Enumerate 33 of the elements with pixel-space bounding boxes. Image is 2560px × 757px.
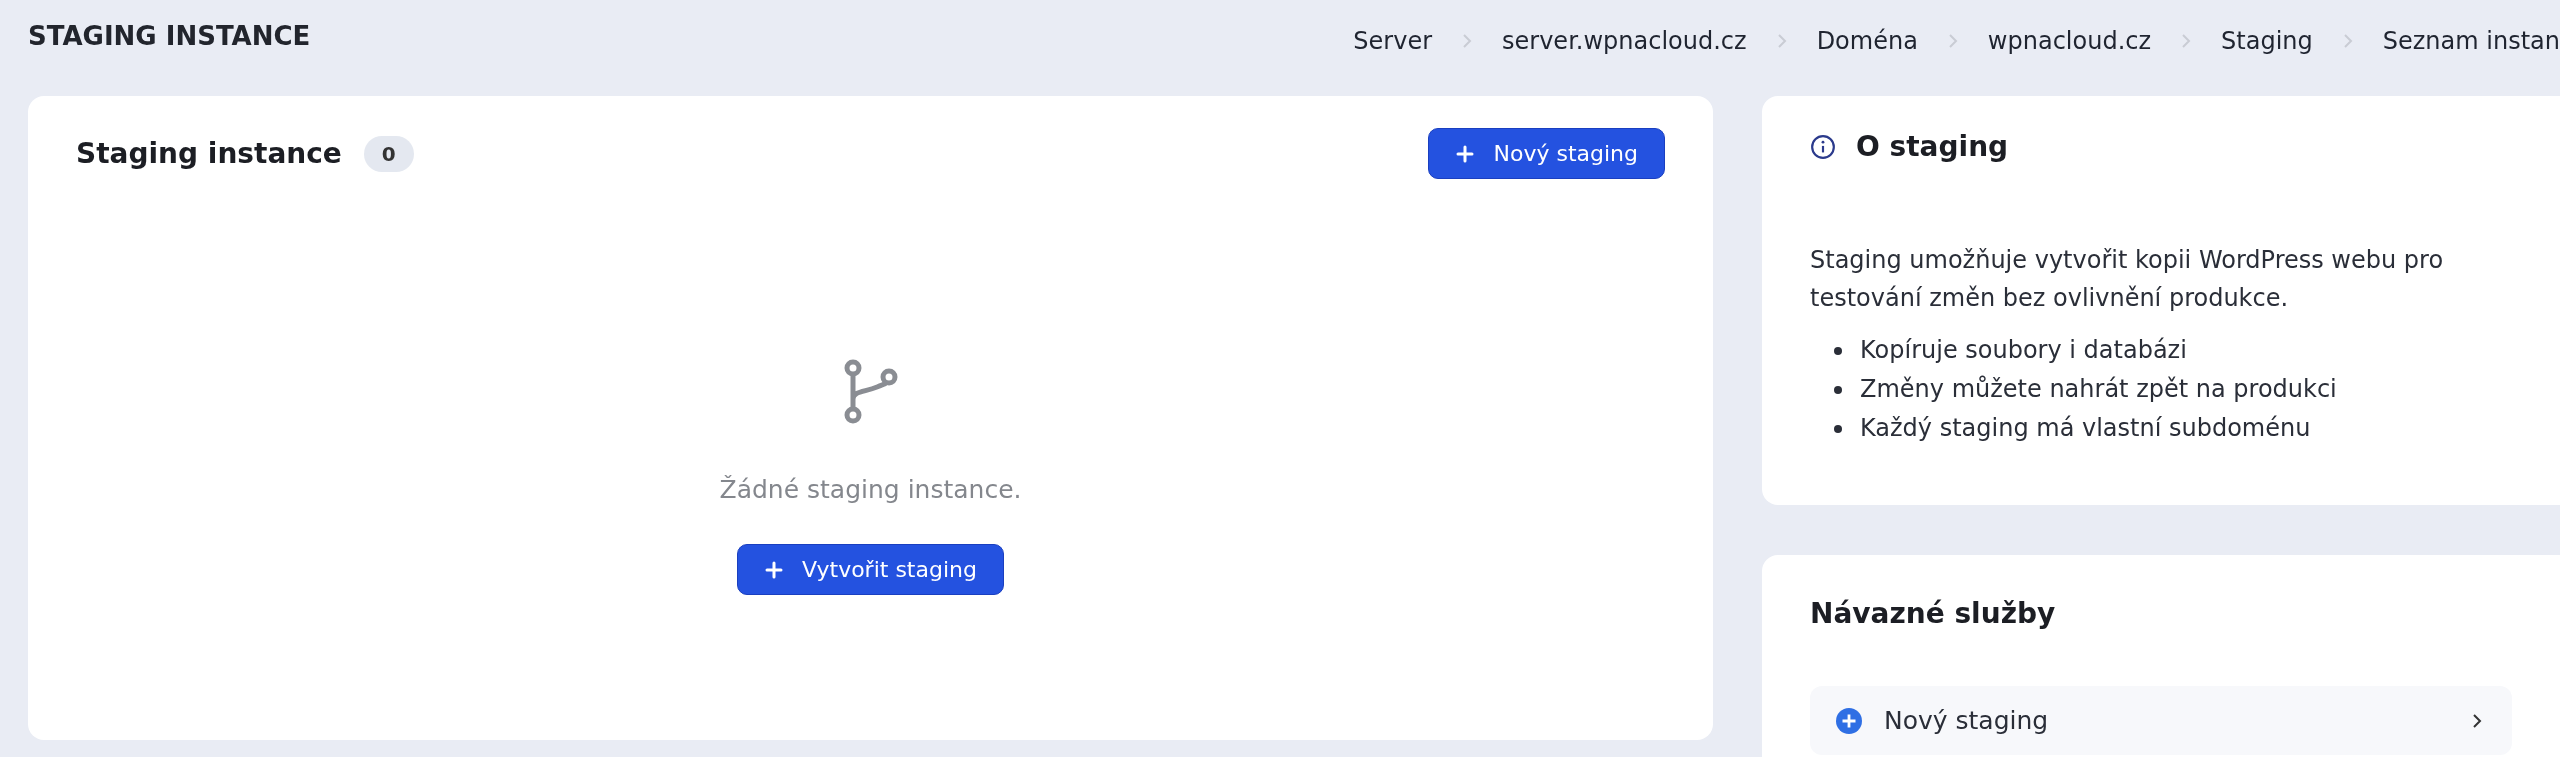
chevron-right-icon — [2472, 712, 2482, 729]
breadcrumb-link[interactable]: Seznam instan — [2382, 27, 2560, 55]
breadcrumb-link[interactable]: Server — [1353, 27, 1433, 55]
card-title: Návazné služby — [1810, 597, 2057, 630]
count-badge: 0 — [363, 135, 414, 172]
plus-icon — [764, 559, 785, 580]
chevron-right-icon — [2181, 33, 2192, 49]
empty-message: Žádné staging instance. — [719, 475, 1022, 504]
list-item-text: Kopíruje soubory i databázi — [1860, 335, 2187, 366]
card-title: Staging instance — [76, 137, 342, 170]
info-icon — [1810, 133, 1836, 160]
branch-icon — [842, 359, 899, 425]
chevron-right-icon — [1462, 33, 1473, 49]
service-item[interactable]: Nový staging — [1810, 686, 2512, 755]
description-text: Staging umožňuje vytvořit kopii WordPress webu pro testování změn bez ovlivnění produkce. — [1810, 245, 2445, 314]
list-item-text: Změny můžete nahrát zpět na produkci — [1860, 374, 2337, 405]
breadcrumb-link[interactable]: server.wpnacloud.cz — [1502, 27, 1747, 55]
new-staging-button[interactable]: Nový staging — [1428, 128, 1665, 179]
breadcrumb-link[interactable]: wpnacloud.cz — [1987, 27, 2152, 55]
create-staging-button[interactable]: Vytvořit staging — [737, 544, 1004, 595]
chevron-right-icon — [2342, 33, 2353, 49]
page-title: STAGING INSTANCE — [28, 21, 311, 51]
plus-circle-icon — [1836, 707, 1862, 734]
bullet-icon — [1834, 385, 1842, 394]
plus-icon — [1455, 143, 1476, 164]
breadcrumb-link[interactable]: Staging — [2221, 27, 2313, 55]
bullet-icon — [1834, 346, 1842, 355]
card-title: O staging — [1856, 130, 2009, 163]
bullet-icon — [1834, 424, 1842, 433]
list-item-text: Každý staging má vlastní subdoménu — [1860, 413, 2311, 444]
chevron-right-icon — [1776, 33, 1787, 49]
breadcrumb-link[interactable]: Doména — [1816, 27, 1918, 55]
chevron-right-icon — [1947, 33, 1958, 49]
